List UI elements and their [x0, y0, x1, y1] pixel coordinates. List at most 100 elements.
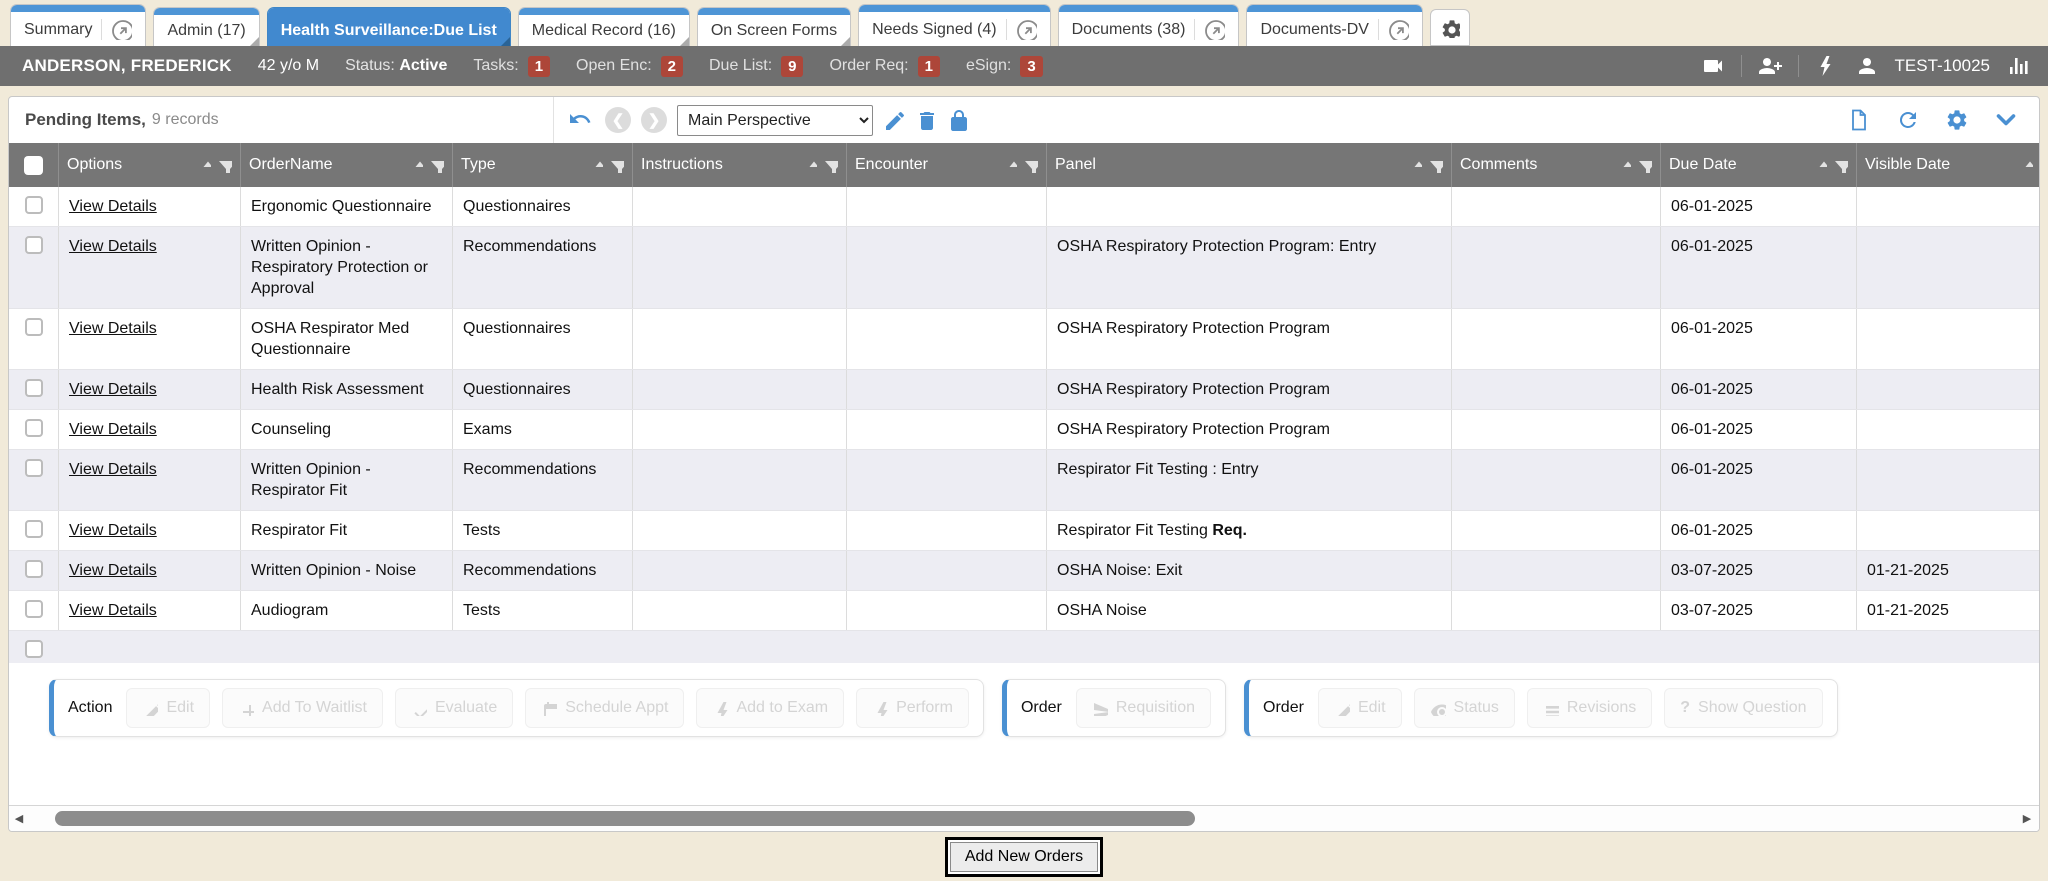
- sort-icon[interactable]: [588, 158, 603, 173]
- tab-settings-button[interactable]: [1430, 9, 1470, 46]
- row-checkbox[interactable]: [25, 640, 43, 658]
- open-enc-badge[interactable]: 2: [661, 56, 683, 77]
- view-details-link[interactable]: View Details: [69, 461, 157, 478]
- schedule-appt-button[interactable]: Schedule Appt: [525, 688, 684, 728]
- row-checkbox[interactable]: [25, 459, 43, 477]
- open-in-new-icon[interactable]: [1006, 19, 1037, 40]
- tab-needs-signed[interactable]: Needs Signed (4): [858, 4, 1051, 46]
- sort-icon[interactable]: [1616, 158, 1631, 173]
- col-header-type[interactable]: Type: [453, 143, 633, 187]
- sort-icon[interactable]: [2018, 158, 2033, 173]
- scroll-right-arrow[interactable]: ▶: [2017, 812, 2037, 825]
- next-perspective-button[interactable]: ❯: [641, 107, 667, 133]
- row-checkbox[interactable]: [25, 560, 43, 578]
- add-new-orders-label[interactable]: Add New Orders: [950, 842, 1098, 872]
- new-document-icon[interactable]: [1847, 108, 1872, 133]
- bar-chart-icon[interactable]: [2006, 54, 2030, 78]
- counter-due-list[interactable]: Due List:9: [709, 56, 803, 77]
- row-checkbox[interactable]: [25, 196, 43, 214]
- view-details-link[interactable]: View Details: [69, 238, 157, 255]
- lightning-icon[interactable]: [1815, 54, 1839, 78]
- add-to-waitlist-button[interactable]: Add To Waitlist: [222, 688, 383, 728]
- filter-icon[interactable]: [1832, 157, 1848, 173]
- add-person-icon[interactable]: [1758, 54, 1782, 78]
- add-to-exam-button[interactable]: Add to Exam: [696, 688, 844, 728]
- view-details-link[interactable]: View Details: [69, 562, 157, 579]
- collapse-chevron-icon[interactable]: [1994, 108, 2019, 133]
- row-checkbox[interactable]: [25, 520, 43, 538]
- settings-gear-icon[interactable]: [1945, 108, 1970, 133]
- order-req-badge[interactable]: 1: [918, 56, 940, 77]
- due-list-badge[interactable]: 9: [781, 56, 803, 77]
- lock-perspective-button[interactable]: [947, 109, 969, 131]
- sort-icon[interactable]: [196, 158, 211, 173]
- perspective-select[interactable]: Main Perspective: [677, 105, 873, 136]
- tab-summary[interactable]: Summary: [10, 4, 146, 46]
- scroll-left-arrow[interactable]: ◀: [9, 812, 29, 825]
- sort-icon[interactable]: [1812, 158, 1827, 173]
- requisition-button[interactable]: Requisition: [1076, 688, 1211, 728]
- perform-button[interactable]: Perform: [856, 688, 969, 728]
- col-header-instructions[interactable]: Instructions: [633, 143, 847, 187]
- open-in-new-icon[interactable]: [101, 19, 132, 40]
- counter-esign[interactable]: eSign:3: [966, 56, 1043, 77]
- add-new-orders-button[interactable]: Add New Orders: [945, 837, 1103, 877]
- col-header-options[interactable]: Options: [59, 143, 241, 187]
- col-header-panel[interactable]: Panel: [1047, 143, 1452, 187]
- counter-tasks[interactable]: Tasks:1: [473, 56, 550, 77]
- open-in-new-icon[interactable]: [1194, 19, 1225, 40]
- open-in-new-icon[interactable]: [1378, 19, 1409, 40]
- tab-documents[interactable]: Documents (38): [1058, 4, 1240, 46]
- horizontal-scrollbar[interactable]: ◀ ▶: [9, 805, 2039, 831]
- sort-icon[interactable]: [802, 158, 817, 173]
- counter-order-req[interactable]: Order Req:1: [829, 56, 939, 77]
- tab-health-surveillance-due-list[interactable]: Health Surveillance:Due List: [267, 7, 511, 46]
- tasks-badge[interactable]: 1: [528, 56, 550, 77]
- filter-icon[interactable]: [822, 157, 838, 173]
- view-details-link[interactable]: View Details: [69, 320, 157, 337]
- filter-icon[interactable]: [428, 157, 444, 173]
- counter-open-enc[interactable]: Open Enc:2: [576, 56, 683, 77]
- prev-perspective-button[interactable]: ❮: [605, 107, 631, 133]
- reset-button[interactable]: [568, 107, 595, 134]
- filter-icon[interactable]: [608, 157, 624, 173]
- sort-icon[interactable]: [1407, 158, 1422, 173]
- col-header-encounter[interactable]: Encounter: [847, 143, 1047, 187]
- tab-admin[interactable]: Admin (17): [153, 7, 259, 46]
- evaluate-button[interactable]: Evaluate: [395, 688, 513, 728]
- row-checkbox[interactable]: [25, 236, 43, 254]
- tab-documents-dv[interactable]: Documents-DV: [1246, 4, 1422, 46]
- edit-button[interactable]: Edit: [126, 688, 210, 728]
- esign-badge[interactable]: 3: [1020, 56, 1042, 77]
- select-all-checkbox[interactable]: [9, 143, 59, 187]
- view-details-link[interactable]: View Details: [69, 522, 157, 539]
- row-checkbox[interactable]: [25, 600, 43, 618]
- col-header-visible-date[interactable]: Visible Date: [1857, 143, 2040, 187]
- filter-icon[interactable]: [1427, 157, 1443, 173]
- scrollbar-thumb[interactable]: [55, 811, 1195, 826]
- order-edit-button[interactable]: Edit: [1318, 688, 1402, 728]
- person-icon[interactable]: [1855, 54, 1879, 78]
- revisions-button[interactable]: Revisions: [1527, 688, 1652, 728]
- col-header-due-date[interactable]: Due Date: [1661, 143, 1857, 187]
- delete-perspective-button[interactable]: [915, 109, 937, 131]
- row-checkbox[interactable]: [25, 419, 43, 437]
- filter-icon[interactable]: [216, 157, 232, 173]
- col-header-comments[interactable]: Comments: [1452, 143, 1661, 187]
- sort-icon[interactable]: [1002, 158, 1017, 173]
- view-details-link[interactable]: View Details: [69, 421, 157, 438]
- view-details-link[interactable]: View Details: [69, 602, 157, 619]
- filter-icon[interactable]: [1022, 157, 1038, 173]
- view-details-link[interactable]: View Details: [69, 381, 157, 398]
- filter-icon[interactable]: [1636, 157, 1652, 173]
- refresh-icon[interactable]: [1896, 108, 1921, 133]
- filter-icon[interactable]: [2038, 157, 2040, 173]
- view-details-link[interactable]: View Details: [69, 198, 157, 215]
- row-checkbox[interactable]: [25, 318, 43, 336]
- row-checkbox[interactable]: [25, 379, 43, 397]
- sort-icon[interactable]: [408, 158, 423, 173]
- show-question-button[interactable]: ?Show Question: [1664, 688, 1822, 728]
- status-button[interactable]: Status: [1414, 688, 1515, 728]
- tab-on-screen-forms[interactable]: On Screen Forms: [697, 7, 851, 46]
- col-header-ordername[interactable]: OrderName: [241, 143, 453, 187]
